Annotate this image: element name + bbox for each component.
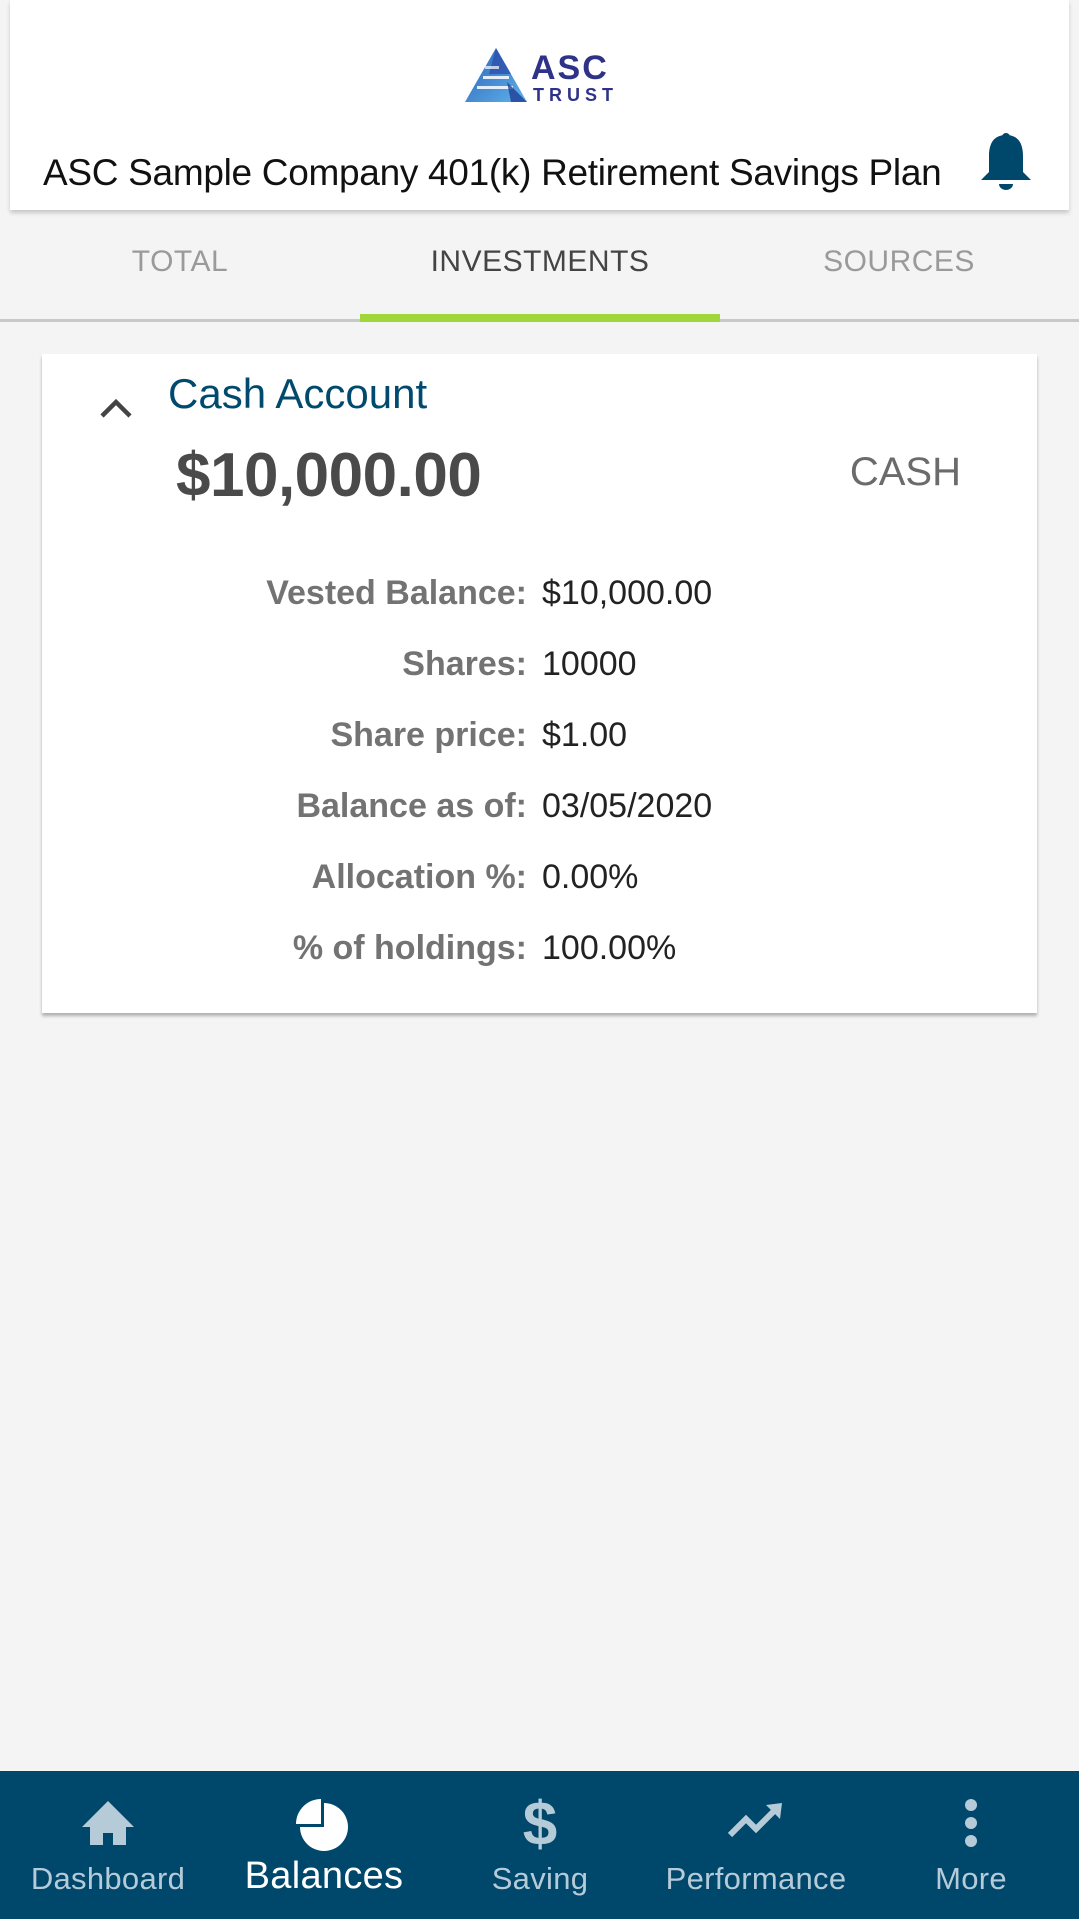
account-details: Vested Balance: $10,000.00 Shares: 10000… <box>42 574 1037 1000</box>
home-icon <box>78 1793 138 1853</box>
pie-chart-icon <box>294 1793 354 1853</box>
detail-value: 0.00% <box>542 858 639 896</box>
investment-card: Cash Account $10,000.00 CASH Vested Bala… <box>42 354 1037 1013</box>
nav-label: Saving <box>491 1861 589 1896</box>
dollar-icon: $ <box>510 1793 570 1853</box>
detail-label: Allocation %: <box>311 858 527 896</box>
svg-text:$: $ <box>523 1793 557 1853</box>
logo-triangle-icon <box>465 48 527 102</box>
detail-row-shares: Shares: 10000 <box>42 645 1037 716</box>
detail-value: $1.00 <box>542 716 628 754</box>
detail-value: $10,000.00 <box>542 574 713 612</box>
detail-value: 03/05/2020 <box>542 787 713 825</box>
nav-label: Performance <box>665 1861 847 1896</box>
detail-label: Balance as of: <box>296 787 527 825</box>
bottom-navigation: Dashboard Balances $ Saving Performance <box>0 1771 1079 1919</box>
detail-row-holdings: % of holdings: 100.00% <box>42 929 1037 1000</box>
tab-sources[interactable]: SOURCES <box>719 212 1079 319</box>
account-balance: $10,000.00 <box>176 441 482 510</box>
more-vertical-icon <box>941 1793 1001 1853</box>
balance-tabs: TOTAL INVESTMENTS SOURCES <box>0 212 1079 322</box>
detail-row-vested-balance: Vested Balance: $10,000.00 <box>42 574 1037 645</box>
nav-label: Dashboard <box>30 1861 186 1896</box>
active-tab-indicator <box>360 314 720 322</box>
logo-text-asc: ASC <box>531 49 609 87</box>
nav-label: More <box>935 1861 1007 1896</box>
nav-performance[interactable]: Performance <box>648 1771 864 1919</box>
nav-saving[interactable]: $ Saving <box>432 1771 648 1919</box>
detail-value: 10000 <box>542 645 637 683</box>
account-name[interactable]: Cash Account <box>168 370 427 418</box>
logo-text-trust: TRUST <box>533 85 618 105</box>
nav-label: Balances <box>244 1855 404 1897</box>
collapse-toggle[interactable] <box>96 390 136 422</box>
app-header: ASC TRUST ASC Sample Company 401(k) Reti… <box>10 0 1069 210</box>
nav-balances[interactable]: Balances <box>216 1771 432 1919</box>
detail-label: % of holdings: <box>292 929 527 967</box>
asc-trust-logo: ASC TRUST <box>463 46 628 104</box>
trending-up-icon <box>726 1793 786 1853</box>
detail-label: Shares: <box>402 645 527 683</box>
detail-value: 100.00% <box>542 929 677 967</box>
detail-label: Vested Balance: <box>266 574 527 612</box>
detail-row-balance-as-of: Balance as of: 03/05/2020 <box>42 787 1037 858</box>
plan-title: ASC Sample Company 401(k) Retirement Sav… <box>43 152 942 193</box>
bell-icon <box>981 133 1031 190</box>
detail-row-share-price: Share price: $1.00 <box>42 716 1037 787</box>
account-type: CASH <box>849 450 961 494</box>
detail-label: Share price: <box>330 716 527 754</box>
nav-more[interactable]: More <box>863 1771 1079 1919</box>
notifications-button[interactable] <box>978 132 1034 192</box>
chevron-up-icon <box>100 398 132 418</box>
tab-investments[interactable]: INVESTMENTS <box>360 212 720 319</box>
detail-row-allocation: Allocation %: 0.00% <box>42 858 1037 929</box>
tab-total[interactable]: TOTAL <box>0 212 360 319</box>
nav-dashboard[interactable]: Dashboard <box>0 1771 216 1919</box>
